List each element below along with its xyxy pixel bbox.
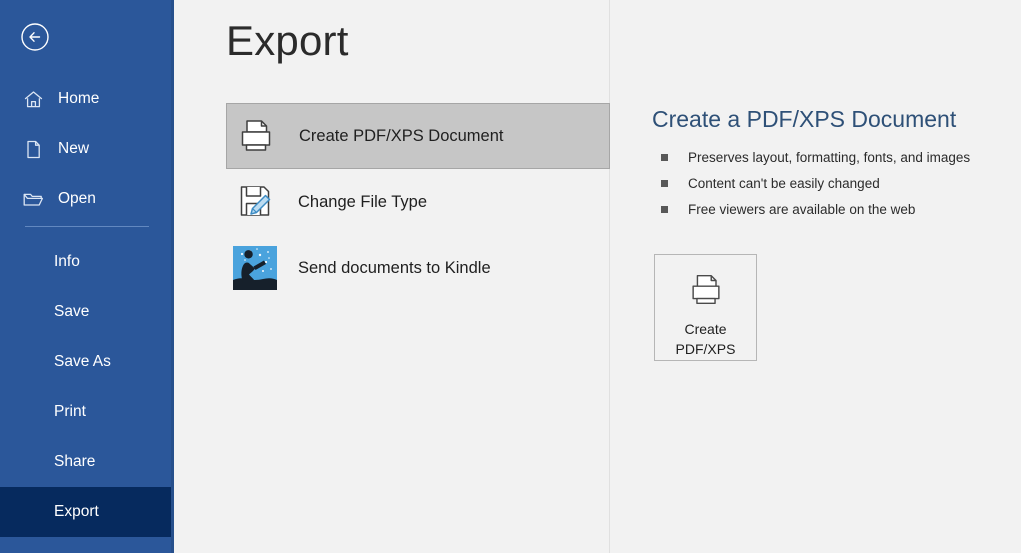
sidebar-item-label: New: [58, 140, 90, 158]
sidebar-item-share[interactable]: Share: [0, 437, 174, 487]
sidebar-divider: [25, 226, 149, 227]
printer-document-icon: [233, 113, 279, 159]
list-item: Content can't be easily changed: [656, 170, 1021, 196]
list-item-text: Preserves layout, formatting, fonts, and…: [688, 149, 971, 165]
sidebar-item-new[interactable]: New: [0, 124, 174, 174]
open-folder-icon: [22, 188, 44, 210]
sidebar-item-label: Home: [58, 90, 100, 108]
list-item-text: Content can't be easily changed: [688, 175, 880, 191]
sidebar-item-export[interactable]: Export: [0, 487, 174, 537]
detail-title: Create a PDF/XPS Document: [652, 106, 957, 132]
sidebar-item-info[interactable]: Info: [0, 237, 174, 287]
sidebar-item-home[interactable]: Home: [0, 74, 174, 124]
list-item: Preserves layout, formatting, fonts, and…: [656, 144, 1021, 170]
sidebar-secondary-nav: Info Save Save As Print Share Export: [0, 237, 174, 537]
export-options-list: Create PDF/XPS Document Change File Type: [226, 103, 610, 301]
button-label-line1: Create: [684, 321, 727, 337]
option-label: Create PDF/XPS Document: [299, 126, 504, 145]
sidebar-item-label: Save As: [54, 353, 111, 370]
bullet-square-icon: [661, 206, 668, 213]
sidebar-item-label: Open: [58, 190, 96, 208]
sidebar-item-open[interactable]: Open: [0, 174, 174, 224]
create-pdf-xps-button[interactable]: Create PDF/XPS: [654, 254, 757, 361]
sidebar-item-label: Print: [54, 403, 86, 420]
sidebar-item-print[interactable]: Print: [0, 387, 174, 437]
backstage-main: Export Create PDF/XPS Document Change Fi…: [174, 0, 1021, 553]
bullet-square-icon: [661, 180, 668, 187]
option-label: Change File Type: [298, 192, 428, 211]
option-send-to-kindle[interactable]: Send documents to Kindle: [226, 235, 610, 301]
page-title: Export: [226, 17, 349, 64]
option-change-file-type[interactable]: Change File Type: [226, 169, 610, 235]
sidebar-item-save[interactable]: Save: [0, 287, 174, 337]
button-label-line2: PDF/XPS: [675, 341, 736, 357]
sidebar-item-label: Export: [54, 503, 99, 520]
back-arrow-icon[interactable]: [20, 22, 50, 52]
list-item-text: Free viewers are available on the web: [688, 201, 916, 217]
bullet-square-icon: [661, 154, 668, 161]
sidebar-item-label: Share: [54, 453, 96, 470]
backstage-sidebar: Home New Open Info Save Save As Print Sh…: [0, 0, 174, 553]
option-create-pdf-xps[interactable]: Create PDF/XPS Document: [226, 103, 610, 169]
option-label: Send documents to Kindle: [298, 258, 491, 277]
new-document-icon: [22, 138, 44, 160]
save-pencil-icon: [232, 179, 278, 225]
sidebar-item-label: Save: [54, 303, 90, 320]
backstage-view: Home New Open Info Save Save As Print Sh…: [0, 0, 1021, 553]
sidebar-item-save-as[interactable]: Save As: [0, 337, 174, 387]
list-item: Free viewers are available on the web: [656, 196, 1021, 222]
detail-bullet-list: Preserves layout, formatting, fonts, and…: [656, 144, 1021, 222]
sidebar-primary-nav: Home New Open: [0, 74, 174, 224]
printer-document-icon: [683, 269, 729, 311]
create-pdf-xps-button-label: Create PDF/XPS: [676, 319, 736, 359]
home-icon: [22, 88, 44, 110]
kindle-logo-icon: [232, 245, 278, 291]
sidebar-item-label: Info: [54, 253, 80, 270]
